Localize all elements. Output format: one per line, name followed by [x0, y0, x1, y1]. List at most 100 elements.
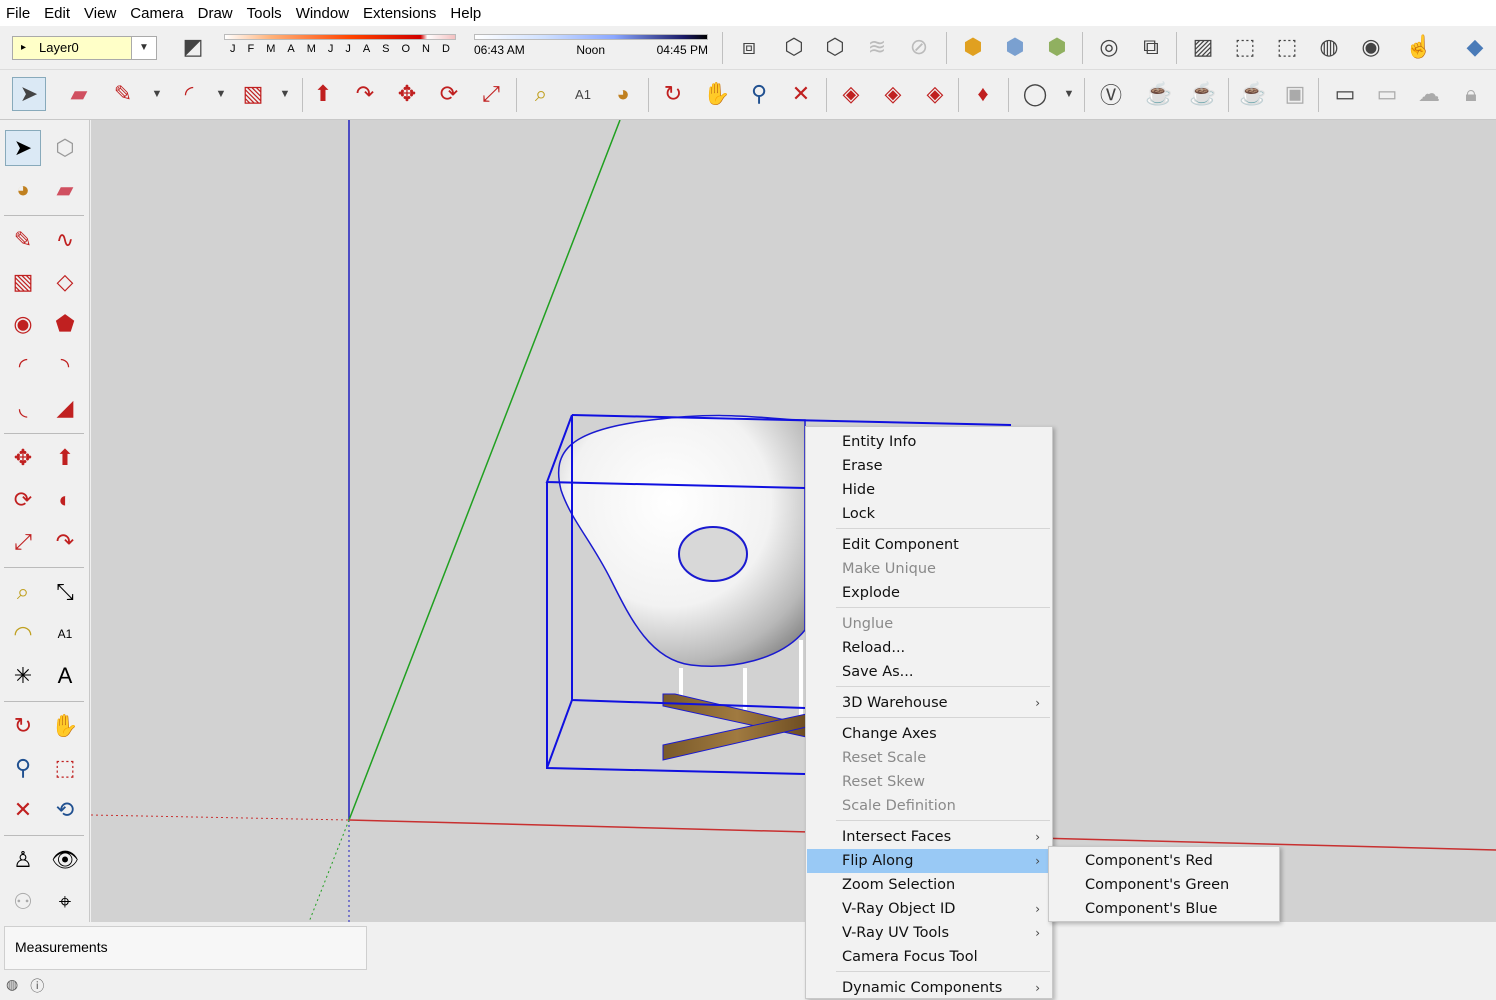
menu-explode[interactable]: Explode: [807, 581, 1052, 605]
menu-entity-info[interactable]: Entity Info: [807, 430, 1052, 454]
menu-draw[interactable]: Draw: [198, 5, 233, 22]
arc-icon[interactable]: ◜: [172, 77, 206, 111]
eraser-icon[interactable]: ▰: [47, 172, 83, 208]
rectangle-icon[interactable]: ▧: [5, 264, 41, 300]
cube-icon[interactable]: ⬡: [777, 30, 811, 64]
chevron-down-icon[interactable]: ▼: [140, 77, 174, 111]
push-pull-icon[interactable]: ⬆: [306, 77, 340, 111]
components-icon[interactable]: ◈: [876, 77, 910, 111]
zoom-extents-icon[interactable]: ✕: [5, 792, 41, 828]
menu-reload[interactable]: Reload...: [807, 636, 1052, 660]
orbit-icon[interactable]: ↻: [5, 708, 41, 744]
style-shaded-icon[interactable]: ⬢: [1040, 30, 1074, 64]
walk-icon[interactable]: ⚇: [5, 884, 41, 920]
style-shaded-textures-icon[interactable]: ◍: [1312, 30, 1346, 64]
shadow-month-slider[interactable]: J F M A M J J A S O N D: [224, 34, 456, 55]
move-icon[interactable]: ✥: [5, 440, 41, 476]
rotate-icon[interactable]: ⟳: [5, 482, 41, 518]
cloud-render-icon[interactable]: ☁: [1412, 77, 1446, 111]
measurements-box[interactable]: Measurements: [4, 926, 367, 970]
menu-3d-warehouse[interactable]: 3D Warehouse ›: [807, 691, 1052, 715]
menu-erase[interactable]: Erase: [807, 454, 1052, 478]
menu-tools[interactable]: Tools: [247, 5, 282, 22]
axes-icon[interactable]: ✳: [5, 658, 41, 694]
rotate-icon[interactable]: ⟳: [432, 77, 466, 111]
account-icon[interactable]: ◯: [1018, 77, 1052, 111]
menu-camera[interactable]: Camera: [130, 5, 183, 22]
circle-icon[interactable]: ◉: [5, 306, 41, 342]
iso-view-icon[interactable]: ◆: [1458, 30, 1492, 64]
style-monochrome-icon[interactable]: ⬚: [1228, 30, 1262, 64]
style-wireframe-icon[interactable]: ⬢: [998, 30, 1032, 64]
frame-buffer-icon[interactable]: ▣: [1278, 77, 1312, 111]
style-textured-icon[interactable]: ⬚: [1270, 30, 1304, 64]
follow-me-icon[interactable]: ↷: [348, 77, 382, 111]
flip-green-item[interactable]: Component's Green: [1050, 873, 1279, 897]
pencil-icon[interactable]: ✎: [106, 77, 140, 111]
paint-bucket-icon[interactable]: ◕: [606, 77, 640, 111]
menu-dynamic-components[interactable]: Dynamic Components ›: [807, 976, 1052, 1000]
follow-me-icon[interactable]: ◐: [47, 482, 83, 518]
line-icon[interactable]: ✎: [5, 222, 41, 258]
menu-flip-along[interactable]: Flip Along ›: [807, 849, 1052, 873]
style-hidden-line-icon[interactable]: ▨: [1186, 30, 1220, 64]
shadows-toggle-icon[interactable]: ◩: [176, 30, 210, 64]
zoom-window-icon[interactable]: ⬚: [47, 750, 83, 786]
geo-location-icon[interactable]: ◍: [6, 976, 18, 996]
outer-shell-icon[interactable]: ◎: [1092, 30, 1126, 64]
menu-hide[interactable]: Hide: [807, 478, 1052, 502]
model-viewport[interactable]: [91, 120, 1496, 922]
pan-icon[interactable]: ✋: [47, 708, 83, 744]
scale-icon[interactable]: ⤢: [5, 524, 41, 560]
select-icon[interactable]: ➤: [12, 77, 46, 111]
tape-measure-icon[interactable]: ⌕: [5, 574, 41, 610]
batch-render-icon[interactable]: ▭: [1370, 77, 1404, 111]
menu-vray-uv-tools[interactable]: V-Ray UV Tools ›: [807, 921, 1052, 945]
menu-zoom-selection[interactable]: Zoom Selection: [807, 873, 1052, 897]
text-tool-icon[interactable]: A1: [47, 616, 83, 652]
protractor-icon[interactable]: ◠: [5, 616, 41, 652]
warehouse-icon[interactable]: ◈: [834, 77, 868, 111]
rotated-rectangle-icon[interactable]: ◇: [47, 264, 83, 300]
chevron-down-icon[interactable]: ▼: [268, 77, 302, 111]
solid-tools-icon[interactable]: ⧉: [1134, 30, 1168, 64]
freehand-icon[interactable]: ∿: [47, 222, 83, 258]
section-plane-icon[interactable]: ⌖: [47, 884, 83, 920]
move-icon[interactable]: ✥: [390, 77, 424, 111]
position-camera-icon[interactable]: ♙: [5, 842, 41, 878]
window-icon[interactable]: ▭: [1328, 77, 1362, 111]
rectangle-icon[interactable]: ▧: [236, 77, 270, 111]
menu-file[interactable]: File: [6, 5, 30, 22]
fog-icon[interactable]: ≋: [860, 30, 894, 64]
menu-save-as[interactable]: Save As...: [807, 660, 1052, 684]
chevron-down-icon[interactable]: ▼: [1052, 77, 1086, 111]
menu-window[interactable]: Window: [296, 5, 349, 22]
3d-text-icon[interactable]: A: [47, 658, 83, 694]
menu-extensions[interactable]: Extensions: [363, 5, 436, 22]
menu-intersect-faces[interactable]: Intersect Faces ›: [807, 825, 1052, 849]
style-xray-mode-icon[interactable]: ◉: [1354, 30, 1388, 64]
zoom-extents-icon[interactable]: ✕: [784, 77, 818, 111]
offset-icon[interactable]: ↷: [47, 524, 83, 560]
cube-add-icon[interactable]: ⬡: [818, 30, 852, 64]
component-hand-icon[interactable]: ☝: [1402, 30, 1436, 64]
chevron-down-icon[interactable]: ▼: [131, 37, 156, 59]
month-slider-track[interactable]: [224, 34, 456, 40]
pie-icon[interactable]: ◢: [47, 390, 83, 426]
make-component-icon[interactable]: ⬡: [47, 130, 83, 166]
arc-icon[interactable]: ◜: [5, 348, 41, 384]
tape-measure-icon[interactable]: ⌕: [524, 77, 558, 111]
zoom-icon[interactable]: ⚲: [5, 750, 41, 786]
zoom-icon[interactable]: ⚲: [742, 77, 776, 111]
polygon-icon[interactable]: ⬟: [47, 306, 83, 342]
vray-icon[interactable]: Ⓥ: [1094, 77, 1128, 111]
layer-selector[interactable]: Layer0 ▼: [12, 36, 157, 60]
shadow-time-slider[interactable]: 06:43 AM Noon 04:45 PM: [474, 34, 708, 57]
menu-view[interactable]: View: [84, 5, 116, 22]
style-xray-icon[interactable]: ⬢: [956, 30, 990, 64]
pan-icon[interactable]: ✋: [700, 77, 734, 111]
menu-edit-component[interactable]: Edit Component: [807, 533, 1052, 557]
menu-change-axes[interactable]: Change Axes: [807, 722, 1052, 746]
previous-view-icon[interactable]: ⟲: [47, 792, 83, 828]
render-teapot-icon[interactable]: ☕: [1142, 77, 1176, 111]
